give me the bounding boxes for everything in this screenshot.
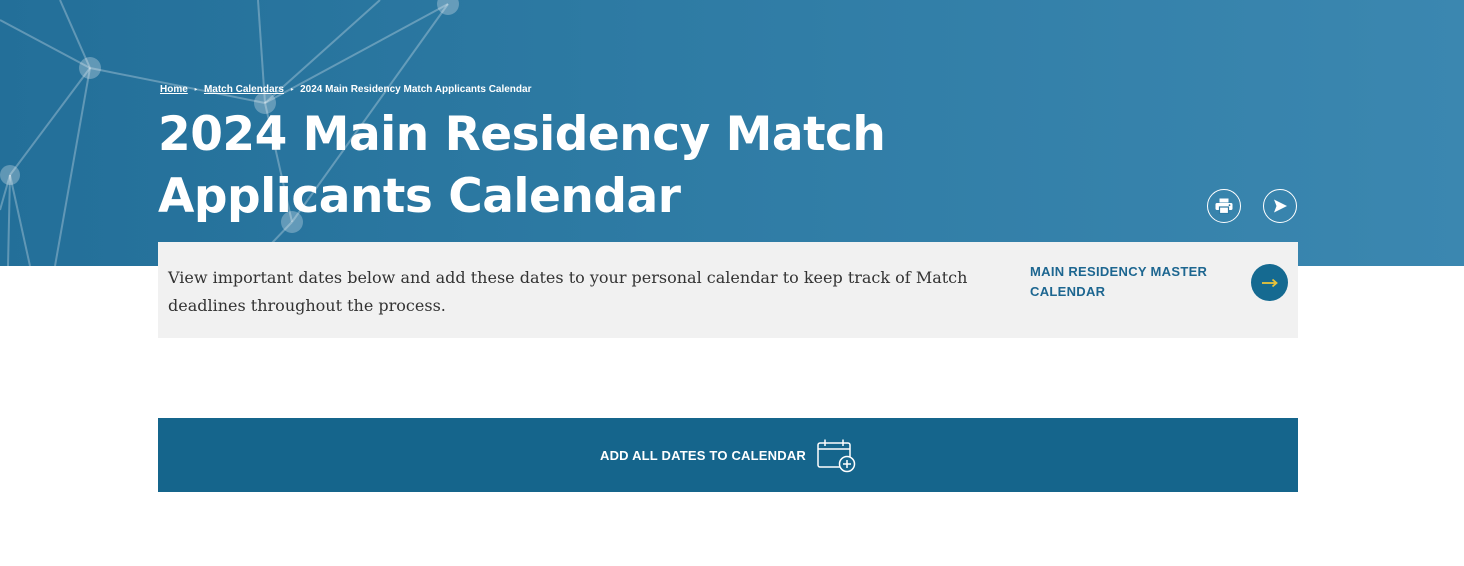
page-title: 2024 Main Residency Match Applicants Cal… bbox=[158, 107, 886, 224]
breadcrumb: Home ‣ Match Calendars ‣ 2024 Main Resid… bbox=[160, 84, 531, 95]
breadcrumb-home-link[interactable]: Home bbox=[160, 84, 188, 95]
intro-panel: View important dates below and add these… bbox=[158, 242, 1298, 338]
main-residency-master-calendar-link[interactable]: MAIN RESIDENCY MASTER CALENDAR bbox=[1030, 262, 1230, 302]
master-calendar-arrow-button[interactable] bbox=[1251, 264, 1288, 301]
hero-banner: Home ‣ Match Calendars ‣ 2024 Main Resid… bbox=[0, 0, 1464, 266]
send-icon bbox=[1274, 199, 1287, 213]
breadcrumb-separator-icon: ‣ bbox=[193, 86, 198, 94]
print-button[interactable] bbox=[1207, 189, 1241, 223]
calendar-add-icon bbox=[816, 438, 856, 474]
breadcrumb-separator-icon: ‣ bbox=[289, 86, 295, 94]
add-all-dates-to-calendar-button[interactable]: ADD ALL DATES TO CALENDAR bbox=[158, 418, 1298, 492]
breadcrumb-match-calendars-link[interactable]: Match Calendars bbox=[204, 84, 284, 95]
breadcrumb-current-page: 2024 Main Residency Match Applicants Cal… bbox=[300, 84, 532, 95]
add-all-dates-label: ADD ALL DATES TO CALENDAR bbox=[599, 447, 807, 463]
printer-icon bbox=[1215, 198, 1233, 214]
share-button[interactable] bbox=[1263, 189, 1297, 223]
intro-text: View important dates below and add these… bbox=[168, 268, 968, 315]
arrow-right-icon bbox=[1261, 278, 1278, 287]
